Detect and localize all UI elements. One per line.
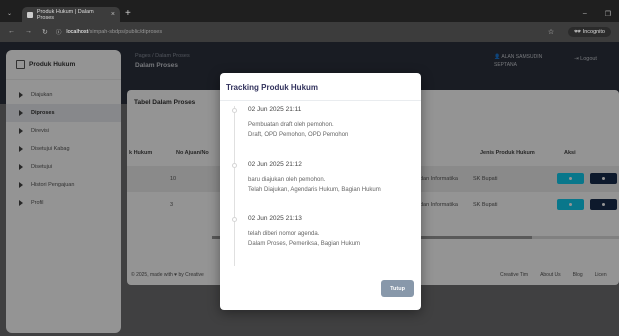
tab-close-icon[interactable]: × xyxy=(111,11,115,18)
modal-divider xyxy=(220,100,421,101)
url-host: localhost xyxy=(66,29,89,35)
modal-title: Tracking Produk Hukum xyxy=(226,83,319,92)
timeline-date: 02 Jun 2025 21:13 xyxy=(248,215,302,222)
incognito-icon: 🕶 xyxy=(574,29,582,35)
timeline-desc: baru diajukan oleh pemohon. Telah Diajuka… xyxy=(248,177,381,193)
forward-icon[interactable]: → xyxy=(25,28,32,36)
nav-buttons: ← → ↻ xyxy=(8,28,48,36)
tab-search-icon[interactable]: ⌄ xyxy=(7,10,12,17)
timeline-line xyxy=(234,106,235,266)
back-icon[interactable]: ← xyxy=(8,28,15,36)
address-bar: ← → ↻ ⓘ localhost/simpah-sbdps/public/di… xyxy=(0,22,619,42)
new-tab-button[interactable]: + xyxy=(125,8,131,19)
url-field[interactable]: ⓘ localhost/simpah-sbdps/public/diproses xyxy=(56,28,162,36)
minimize-icon[interactable]: – xyxy=(583,10,587,18)
restore-icon[interactable]: ❐ xyxy=(605,10,611,18)
timeline-date: 02 Jun 2025 21:11 xyxy=(248,106,302,113)
timeline-dot-icon xyxy=(232,163,237,168)
timeline-dot-icon xyxy=(232,217,237,222)
favicon-icon xyxy=(27,11,33,18)
reload-icon[interactable]: ↻ xyxy=(42,28,48,36)
browser-tabstrip: ⌄ Produk Hukum | Dalam Proses × + – ❐ xyxy=(0,0,619,22)
window-controls: – ❐ xyxy=(583,10,611,18)
incognito-badge[interactable]: 🕶 Incognito xyxy=(568,27,611,37)
timeline-desc: telah diberi nomor agenda. Dalam Proses, … xyxy=(248,231,361,247)
address-actions: ☆ 🕶 Incognito xyxy=(548,27,611,37)
tab-title: Produk Hukum | Dalam Proses xyxy=(36,8,94,21)
tracking-modal: Tracking Produk Hukum 02 Jun 2025 21:11 … xyxy=(220,73,421,310)
site-info-icon[interactable]: ⓘ xyxy=(56,28,62,36)
close-button[interactable]: Tutup xyxy=(381,280,414,297)
bookmark-star-icon[interactable]: ☆ xyxy=(548,28,554,36)
timeline-dot-icon xyxy=(232,108,237,113)
timeline-date: 02 Jun 2025 21:12 xyxy=(248,161,302,168)
browser-tab[interactable]: Produk Hukum | Dalam Proses × xyxy=(22,7,120,22)
url-path: /simpah-sbdps/public/diproses xyxy=(88,29,163,35)
timeline-desc: Pembuatan draft oleh pemohon. Draft, OPD … xyxy=(248,122,349,138)
